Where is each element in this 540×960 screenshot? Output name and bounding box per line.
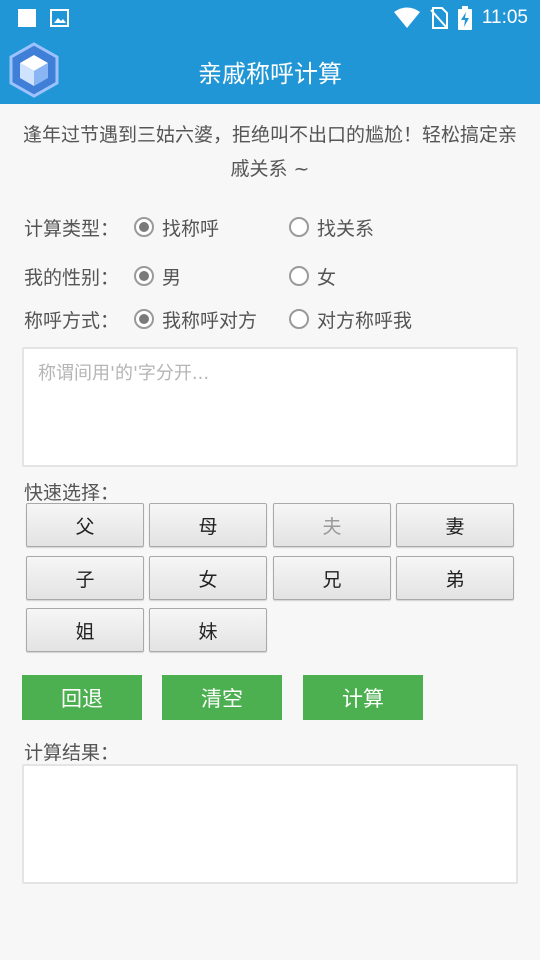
option-label: 找关系 [317, 217, 375, 240]
quick-select-label: 快速选择： [24, 482, 120, 504]
option-label: 对方称呼我 [317, 309, 413, 332]
address-mode-option-they-call[interactable]: 对方称呼我 [289, 306, 412, 333]
quick-button-younger-sister[interactable]: 妹 [149, 608, 267, 652]
intro-text: 逢年过节遇到三姑六婆，拒绝叫不出口的尴尬！轻松搞定亲戚关系 ~ [22, 124, 517, 180]
quick-button-son[interactable]: 子 [26, 556, 144, 600]
radio-icon[interactable] [289, 217, 309, 237]
address-mode-label: 称呼方式： [24, 309, 120, 332]
quick-button-elder-sister[interactable]: 姐 [26, 608, 144, 652]
gender-option-female[interactable]: 女 [289, 263, 336, 290]
quick-button-husband[interactable]: 夫 [273, 503, 391, 547]
radio-icon[interactable] [134, 266, 154, 286]
battery-charging-icon [457, 6, 472, 30]
image-icon [50, 9, 69, 27]
calc-type-row: 计算类型： 找称呼 找关系 [24, 213, 518, 241]
calc-type-option-find-relation[interactable]: 找关系 [289, 214, 374, 241]
radio-icon[interactable] [134, 309, 154, 329]
relation-input[interactable] [22, 347, 518, 467]
calc-type-option-find-title[interactable]: 找称呼 [134, 214, 219, 241]
result-box [22, 764, 518, 884]
back-button[interactable]: 回退 [22, 675, 142, 720]
quick-button-mother[interactable]: 母 [149, 503, 267, 547]
clear-button[interactable]: 清空 [162, 675, 282, 720]
status-bar-left [18, 9, 69, 27]
no-sim-icon [430, 7, 448, 29]
clock-time: 11:05 [481, 7, 528, 28]
square-icon [18, 9, 36, 27]
option-label: 找称呼 [162, 217, 220, 240]
quick-button-wife[interactable]: 妻 [396, 503, 514, 547]
gender-row: 我的性别： 男 女 [24, 262, 518, 290]
app-bar: 亲戚称呼计算 [0, 36, 540, 104]
option-label: 男 [162, 266, 182, 289]
calculate-button[interactable]: 计算 [303, 675, 423, 720]
option-label: 女 [317, 266, 337, 289]
gender-option-male[interactable]: 男 [134, 263, 181, 290]
status-bar: 11:05 [0, 0, 540, 36]
option-label: 我称呼对方 [162, 309, 258, 332]
radio-icon[interactable] [289, 266, 309, 286]
radio-icon[interactable] [289, 309, 309, 329]
quick-button-younger-brother[interactable]: 弟 [396, 556, 514, 600]
wifi-icon [393, 7, 420, 28]
result-label: 计算结果： [24, 742, 120, 764]
radio-icon[interactable] [134, 217, 154, 237]
app-title: 亲戚称呼计算 [198, 60, 342, 88]
calc-type-label: 计算类型： [24, 217, 120, 240]
address-mode-option-i-call[interactable]: 我称呼对方 [134, 306, 257, 333]
quick-button-daughter[interactable]: 女 [149, 556, 267, 600]
gender-label: 我的性别： [24, 266, 120, 289]
quick-button-elder-brother[interactable]: 兄 [273, 556, 391, 600]
status-bar-right: 11:05 [393, 6, 528, 30]
address-mode-row: 称呼方式： 我称呼对方 对方称呼我 [24, 305, 518, 333]
quick-button-father[interactable]: 父 [26, 503, 144, 547]
